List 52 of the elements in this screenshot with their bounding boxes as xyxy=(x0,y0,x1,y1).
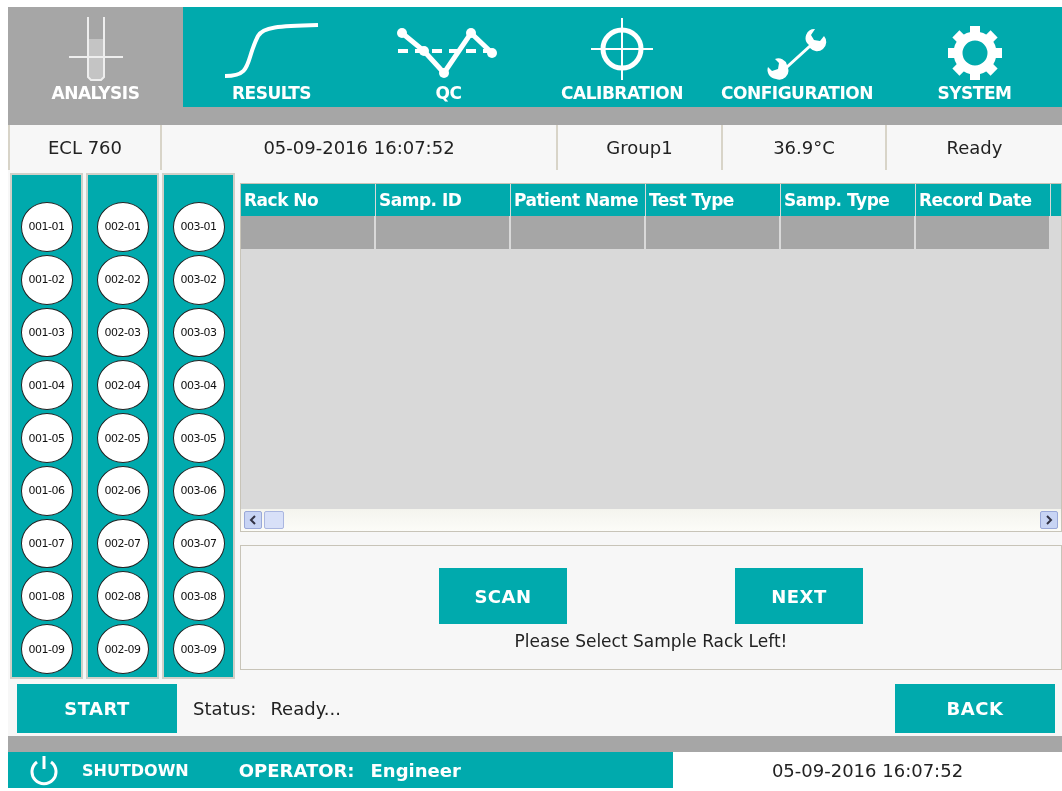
horizontal-scrollbar[interactable] xyxy=(241,509,1061,531)
sample-slot[interactable]: 003-04 xyxy=(172,360,225,411)
sample-slot[interactable]: 001-03 xyxy=(20,307,73,358)
tab-label: QC xyxy=(435,83,462,103)
info-cell: 36.9°C xyxy=(721,125,885,170)
tab-label: RESULTS xyxy=(231,83,312,103)
sample-slot[interactable]: 003-06 xyxy=(172,465,225,516)
scroll-thumb[interactable] xyxy=(264,511,284,529)
sample-slot[interactable]: 001-05 xyxy=(20,413,73,463)
instruction-message: Please Select Sample Rack Left! xyxy=(514,631,788,651)
sample-slot[interactable]: 001-06 xyxy=(20,465,73,516)
operator-label: OPERATOR: xyxy=(238,759,355,781)
sample-slot[interactable]: 002-05 xyxy=(96,413,149,463)
operator-name: Engineer xyxy=(370,759,461,781)
tab-label: ANALYSIS xyxy=(51,83,140,103)
status-value: Ready... xyxy=(270,697,341,719)
scroll-left-icon[interactable] xyxy=(244,511,262,529)
sample-slot[interactable]: 003-09 xyxy=(172,624,225,675)
sample-slot[interactable]: 002-01 xyxy=(96,202,149,252)
sample-slot[interactable]: 002-02 xyxy=(96,254,149,305)
info-cell: Ready xyxy=(885,125,1062,170)
sample-slot[interactable]: 003-02 xyxy=(172,254,225,305)
sample-slot[interactable]: 001-07 xyxy=(20,518,73,569)
sample-slot[interactable]: 002-06 xyxy=(96,465,149,516)
sample-slot[interactable]: 003-03 xyxy=(172,307,225,358)
sample-slot[interactable]: 002-08 xyxy=(96,571,149,622)
power-icon[interactable] xyxy=(28,754,60,786)
sample-slot[interactable]: 001-08 xyxy=(20,571,73,622)
sample-slot[interactable]: 003-08 xyxy=(172,571,225,622)
sample-slot[interactable]: 002-09 xyxy=(96,624,149,675)
sample-slot[interactable]: 001-09 xyxy=(20,624,73,675)
info-cell: 05-09-2016 16:07:52 xyxy=(160,125,556,170)
status-label: Status: xyxy=(193,697,257,719)
crosshair-icon xyxy=(589,17,655,81)
sample-slot[interactable]: 002-03 xyxy=(96,307,149,358)
curve-icon xyxy=(222,21,321,81)
test-tube-icon xyxy=(66,15,125,81)
tab-label: CALIBRATION xyxy=(561,83,683,103)
scroll-right-icon[interactable] xyxy=(1040,511,1058,529)
sample-slot[interactable]: 001-04 xyxy=(20,360,73,411)
sample-slot[interactable]: 001-01 xyxy=(20,202,73,252)
gear-icon xyxy=(945,25,1004,81)
sample-slot[interactable]: 002-07 xyxy=(96,518,149,569)
tab-label: SYSTEM xyxy=(937,83,1012,103)
sample-slot[interactable]: 003-01 xyxy=(172,202,225,252)
tab-label: CONFIGURATION xyxy=(721,83,873,103)
info-cell: Group1 xyxy=(556,125,721,170)
info-cell: ECL 760 xyxy=(8,125,160,170)
sample-slot[interactable]: 001-02 xyxy=(20,254,73,305)
sample-slot[interactable]: 003-05 xyxy=(172,413,225,463)
sample-slot[interactable]: 003-07 xyxy=(172,518,225,569)
sample-slot[interactable]: 002-04 xyxy=(96,360,149,411)
